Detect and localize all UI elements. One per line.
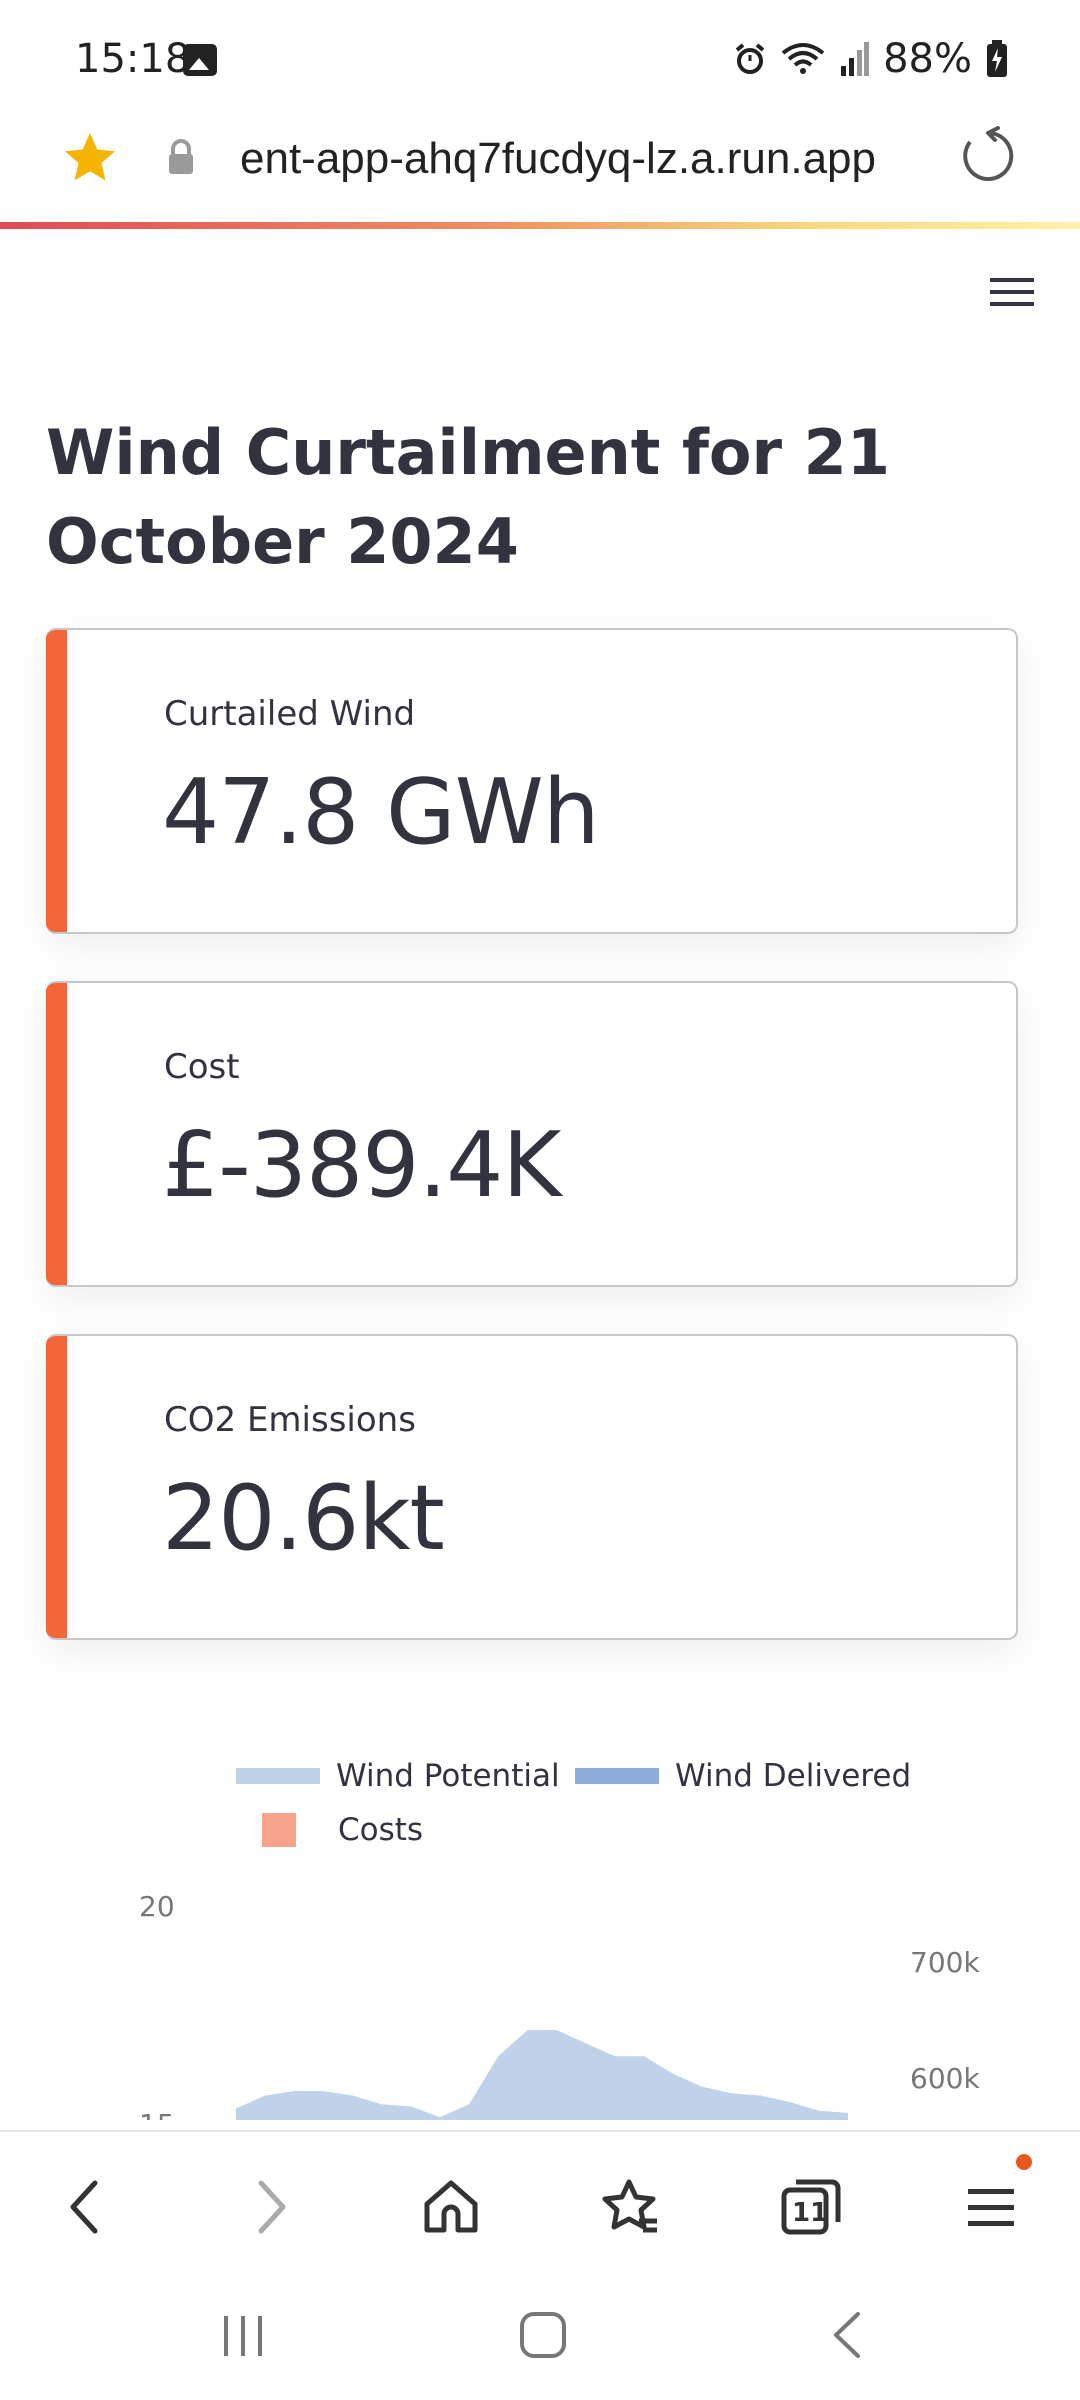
back-button[interactable]: [50, 2172, 120, 2242]
browser-menu-button[interactable]: [956, 2172, 1026, 2242]
wifi-icon: [781, 43, 825, 74]
wind-potential-area: [236, 2030, 848, 2120]
metric-value: 20.6kt: [162, 1466, 445, 1571]
metric-card-co2-emissions: CO2 Emissions 20.6kt: [46, 1334, 1018, 1640]
menu-icon: [968, 2189, 1014, 2226]
notification-dot: [1016, 2154, 1032, 2170]
bookmark-star-icon[interactable]: [60, 128, 120, 188]
metric-label: Curtailed Wind: [164, 694, 416, 734]
alarm-icon: [735, 43, 765, 74]
forward-arrow-icon: [258, 2180, 286, 2234]
browser-address-bar[interactable]: ent-app-ahq7fucdyq-lz.a.run.app: [0, 120, 1080, 225]
metric-card-cost: Cost £-389.4K: [46, 981, 1018, 1287]
forward-button[interactable]: [236, 2172, 306, 2242]
bookmarks-star-icon: [602, 2179, 657, 2233]
status-icons: 88%: [733, 36, 1008, 82]
tab-count: 11: [792, 2198, 829, 2228]
home-button[interactable]: [416, 2172, 486, 2242]
status-time: 15:18: [75, 36, 191, 82]
url-text[interactable]: ent-app-ahq7fucdyq-lz.a.run.app: [240, 134, 920, 184]
home-icon: [424, 2180, 478, 2233]
system-navigation-bar: [0, 2270, 1080, 2400]
wind-chart[interactable]: Wind Potential Wind Delivered Costs 20 1…: [0, 1740, 1080, 2120]
metric-accent-bar: [46, 983, 67, 1285]
back-arrow-icon: [70, 2180, 98, 2234]
page-title: Wind Curtailment for 21 October 2024: [46, 416, 890, 578]
home-nav-icon[interactable]: [518, 2310, 568, 2360]
chart-plot-area: [236, 2030, 848, 2120]
hamburger-menu-icon[interactable]: [990, 274, 1034, 310]
tabs-button[interactable]: 11: [776, 2172, 846, 2242]
metric-label: CO2 Emissions: [164, 1400, 416, 1440]
reload-icon[interactable]: [958, 126, 1018, 186]
browser-toolbar: 11: [0, 2130, 1080, 2270]
metric-accent-bar: [46, 630, 67, 932]
metric-label: Cost: [164, 1047, 240, 1087]
lock-icon: [169, 139, 193, 174]
page-load-progress: [0, 222, 1080, 229]
bookmarks-button[interactable]: [596, 2172, 666, 2242]
image-icon: [183, 44, 217, 76]
metric-value: 47.8 GWh: [162, 760, 600, 865]
battery-charging-icon: [987, 40, 1007, 77]
signal-icon: [841, 42, 870, 76]
battery-percent: 88%: [883, 36, 972, 82]
metric-accent-bar: [46, 1336, 67, 1638]
metric-value: £-389.4K: [162, 1113, 561, 1218]
back-nav-icon[interactable]: [826, 2310, 870, 2360]
recent-apps-icon[interactable]: [218, 2310, 268, 2360]
status-bar: 15:18 88%: [0, 0, 1080, 120]
metric-card-curtailed-wind: Curtailed Wind 47.8 GWh: [46, 628, 1018, 934]
